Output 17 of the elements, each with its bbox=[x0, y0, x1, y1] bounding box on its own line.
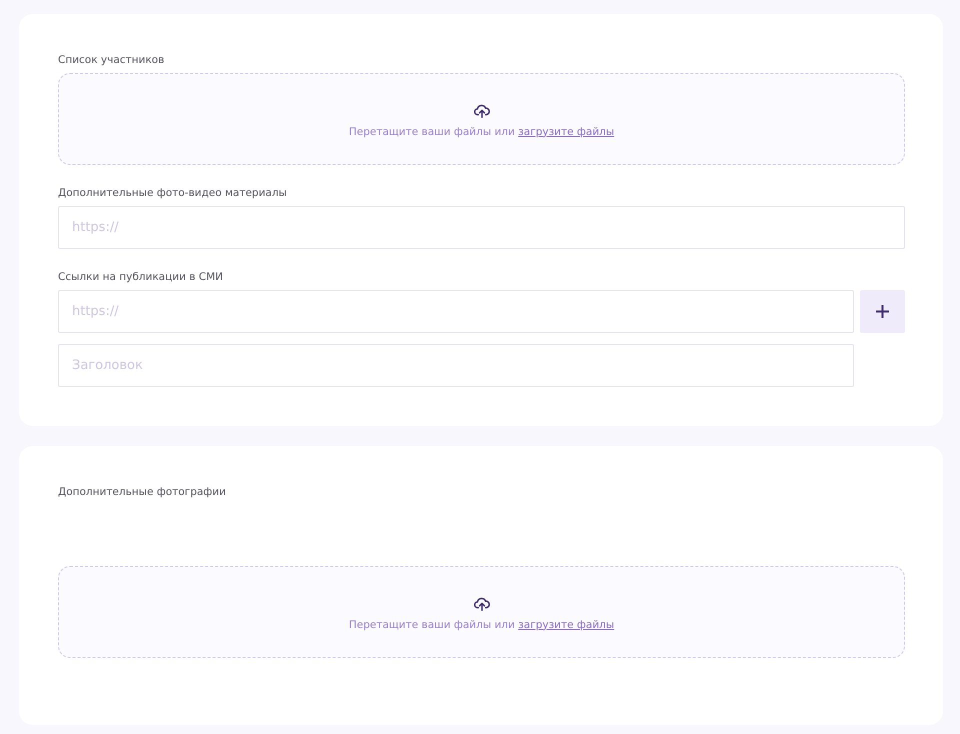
input-field[interactable]: Заголовок bbox=[58, 344, 854, 387]
input-field[interactable]: https:// bbox=[58, 206, 905, 249]
field-label: Дополнительные фотографии bbox=[58, 485, 226, 499]
upload-link[interactable]: загрузите файлы bbox=[518, 126, 614, 138]
dropzone-text: Перетащите ваши файлы или загрузите файлы bbox=[348, 124, 614, 138]
file-dropzone[interactable]: Перетащите ваши файлы или загрузите файлы bbox=[58, 566, 905, 658]
add-button[interactable] bbox=[860, 290, 905, 333]
file-dropzone[interactable]: Перетащите ваши файлы или загрузите файлы bbox=[58, 73, 905, 165]
field-label: Список участников bbox=[58, 53, 164, 67]
input-field[interactable]: https:// bbox=[58, 290, 854, 333]
cloud-upload-icon bbox=[474, 596, 490, 610]
field-label: Ссылки на публикации в СМИ bbox=[58, 270, 224, 284]
field-label: Дополнительные фото-видео материалы bbox=[58, 186, 287, 200]
cloud-upload-icon bbox=[474, 104, 490, 118]
dropzone-text: Перетащите ваши файлы или загрузите файлы bbox=[348, 618, 614, 632]
upload-link[interactable]: загрузите файлы bbox=[518, 618, 614, 630]
plus-icon bbox=[876, 305, 889, 318]
